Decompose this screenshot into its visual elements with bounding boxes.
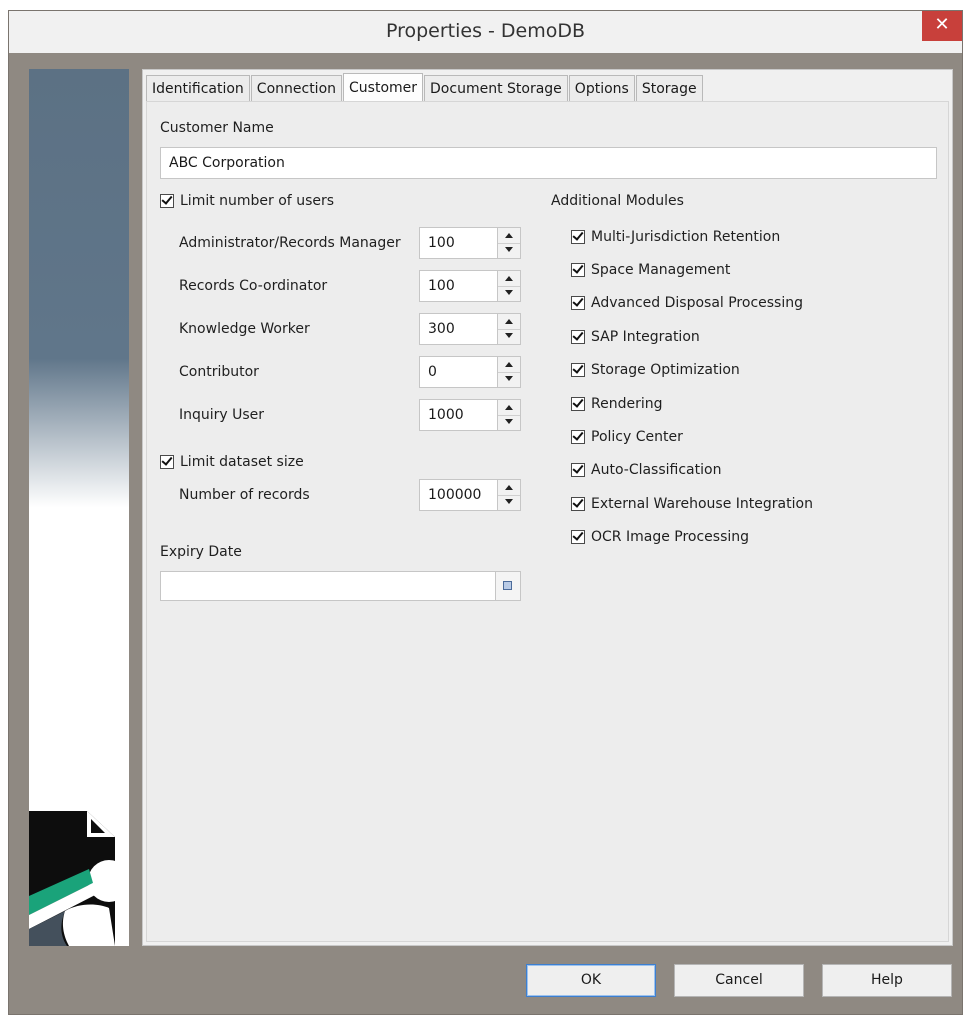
module-label: Storage Optimization bbox=[591, 362, 740, 379]
stepper-up-icon[interactable] bbox=[498, 480, 520, 496]
stepper-up-icon[interactable] bbox=[498, 400, 520, 416]
close-button[interactable]: ✕ bbox=[922, 11, 962, 41]
knowledge-worker-count-stepper[interactable]: 300 bbox=[419, 313, 521, 345]
checkbox-check-icon bbox=[160, 194, 174, 208]
limit-dataset-label: Limit dataset size bbox=[180, 454, 304, 470]
inquiry-user-count-stepper[interactable]: 1000 bbox=[419, 399, 521, 431]
checkbox-check-icon bbox=[160, 455, 174, 469]
stepper-down-icon[interactable] bbox=[498, 286, 520, 301]
stepper-down-icon[interactable] bbox=[498, 415, 520, 430]
sidebar-banner bbox=[29, 69, 129, 946]
limit-dataset-checkbox[interactable]: Limit dataset size bbox=[160, 454, 304, 470]
admin-count-stepper[interactable]: 100 bbox=[419, 227, 521, 259]
user-type-label: Administrator/Records Manager bbox=[179, 235, 401, 251]
stepper-value: 100 bbox=[428, 235, 455, 251]
tab-customer[interactable]: Customer bbox=[343, 73, 424, 103]
module-external-warehouse-integration[interactable]: External Warehouse Integration bbox=[571, 487, 813, 520]
module-rendering[interactable]: Rendering bbox=[571, 387, 813, 420]
module-auto-classification[interactable]: Auto-Classification bbox=[571, 454, 813, 487]
contributor-count-stepper[interactable]: 0 bbox=[419, 356, 521, 388]
modules-list: Multi-Jurisdiction Retention Space Manag… bbox=[571, 220, 813, 554]
close-icon: ✕ bbox=[934, 14, 950, 35]
checkbox-check-icon bbox=[571, 530, 585, 545]
expiry-date-label: Expiry Date bbox=[160, 544, 242, 560]
limit-users-label: Limit number of users bbox=[180, 193, 335, 209]
module-advanced-disposal-processing[interactable]: Advanced Disposal Processing bbox=[571, 287, 813, 320]
checkbox-check-icon bbox=[571, 463, 585, 478]
coordinator-count-stepper[interactable]: 100 bbox=[419, 270, 521, 302]
limit-users-checkbox[interactable]: Limit number of users bbox=[160, 193, 334, 209]
cancel-button[interactable]: Cancel bbox=[674, 964, 804, 997]
customer-name-input[interactable]: ABC Corporation bbox=[160, 147, 937, 179]
stepper-down-icon[interactable] bbox=[498, 495, 520, 510]
stepper-up-icon[interactable] bbox=[498, 228, 520, 244]
help-button[interactable]: Help bbox=[822, 964, 952, 997]
user-type-label: Records Co-ordinator bbox=[179, 278, 328, 294]
checkbox-check-icon bbox=[571, 229, 585, 244]
module-label: Policy Center bbox=[591, 429, 683, 446]
stepper-down-icon[interactable] bbox=[498, 329, 520, 344]
stepper-up-icon[interactable] bbox=[498, 357, 520, 373]
checkbox-check-icon bbox=[571, 430, 585, 445]
product-logo bbox=[29, 811, 129, 946]
window-title: Properties - DemoDB bbox=[385, 20, 586, 42]
module-space-management[interactable]: Space Management bbox=[571, 253, 813, 286]
stepper-value: 0 bbox=[428, 364, 437, 380]
module-label: Multi-Jurisdiction Retention bbox=[591, 228, 781, 245]
checkbox-check-icon bbox=[571, 363, 585, 378]
module-label: Auto-Classification bbox=[591, 462, 722, 479]
title-bar[interactable]: Properties - DemoDB ✕ bbox=[9, 11, 962, 53]
properties-dialog: Properties - DemoDB ✕ Identification Con… bbox=[8, 10, 963, 1015]
module-multi-jurisdiction-retention[interactable]: Multi-Jurisdiction Retention bbox=[571, 220, 813, 253]
customer-tab-content: Customer Name ABC Corporation Limit numb… bbox=[146, 101, 949, 942]
checkbox-check-icon bbox=[571, 496, 585, 511]
module-sap-integration[interactable]: SAP Integration bbox=[571, 320, 813, 353]
module-label: External Warehouse Integration bbox=[591, 495, 813, 512]
stepper-up-icon[interactable] bbox=[498, 271, 520, 287]
module-label: SAP Integration bbox=[591, 328, 700, 345]
user-type-label: Knowledge Worker bbox=[179, 321, 310, 337]
number-of-records-label: Number of records bbox=[179, 487, 310, 503]
stepper-up-icon[interactable] bbox=[498, 314, 520, 330]
user-type-label: Contributor bbox=[179, 364, 259, 380]
module-label: Advanced Disposal Processing bbox=[591, 295, 803, 312]
ok-button[interactable]: OK bbox=[526, 964, 656, 997]
module-label: Space Management bbox=[591, 262, 731, 279]
tab-identification[interactable]: Identification bbox=[146, 75, 250, 102]
module-label: OCR Image Processing bbox=[591, 529, 750, 546]
calendar-picker-button[interactable] bbox=[495, 572, 520, 600]
calendar-icon bbox=[503, 581, 512, 590]
tab-connection[interactable]: Connection bbox=[250, 75, 343, 102]
stepper-down-icon[interactable] bbox=[498, 243, 520, 258]
customer-name-label: Customer Name bbox=[160, 120, 274, 136]
stepper-value: 1000 bbox=[428, 407, 464, 423]
user-type-label: Inquiry User bbox=[179, 407, 265, 423]
checkbox-check-icon bbox=[571, 329, 585, 344]
module-policy-center[interactable]: Policy Center bbox=[571, 420, 813, 453]
stepper-value: 100000 bbox=[428, 487, 482, 503]
additional-modules-label: Additional Modules bbox=[551, 193, 684, 209]
tab-document-storage[interactable]: Document Storage bbox=[424, 75, 568, 102]
expiry-date-input[interactable] bbox=[160, 571, 521, 601]
expiry-date-value bbox=[161, 579, 169, 595]
tab-strip: Identification Connection Customer Docum… bbox=[146, 73, 704, 103]
stepper-down-icon[interactable] bbox=[498, 372, 520, 387]
module-ocr-image-processing[interactable]: OCR Image Processing bbox=[571, 521, 813, 554]
stepper-value: 100 bbox=[428, 278, 455, 294]
properties-panel: Identification Connection Customer Docum… bbox=[142, 69, 953, 946]
checkbox-check-icon bbox=[571, 263, 585, 278]
tab-storage[interactable]: Storage bbox=[635, 75, 703, 102]
checkbox-check-icon bbox=[571, 296, 585, 311]
checkbox-check-icon bbox=[571, 396, 585, 411]
records-count-stepper[interactable]: 100000 bbox=[419, 479, 521, 511]
tab-options[interactable]: Options bbox=[568, 75, 635, 102]
module-storage-optimization[interactable]: Storage Optimization bbox=[571, 354, 813, 387]
module-label: Rendering bbox=[591, 395, 663, 412]
stepper-value: 300 bbox=[428, 321, 455, 337]
